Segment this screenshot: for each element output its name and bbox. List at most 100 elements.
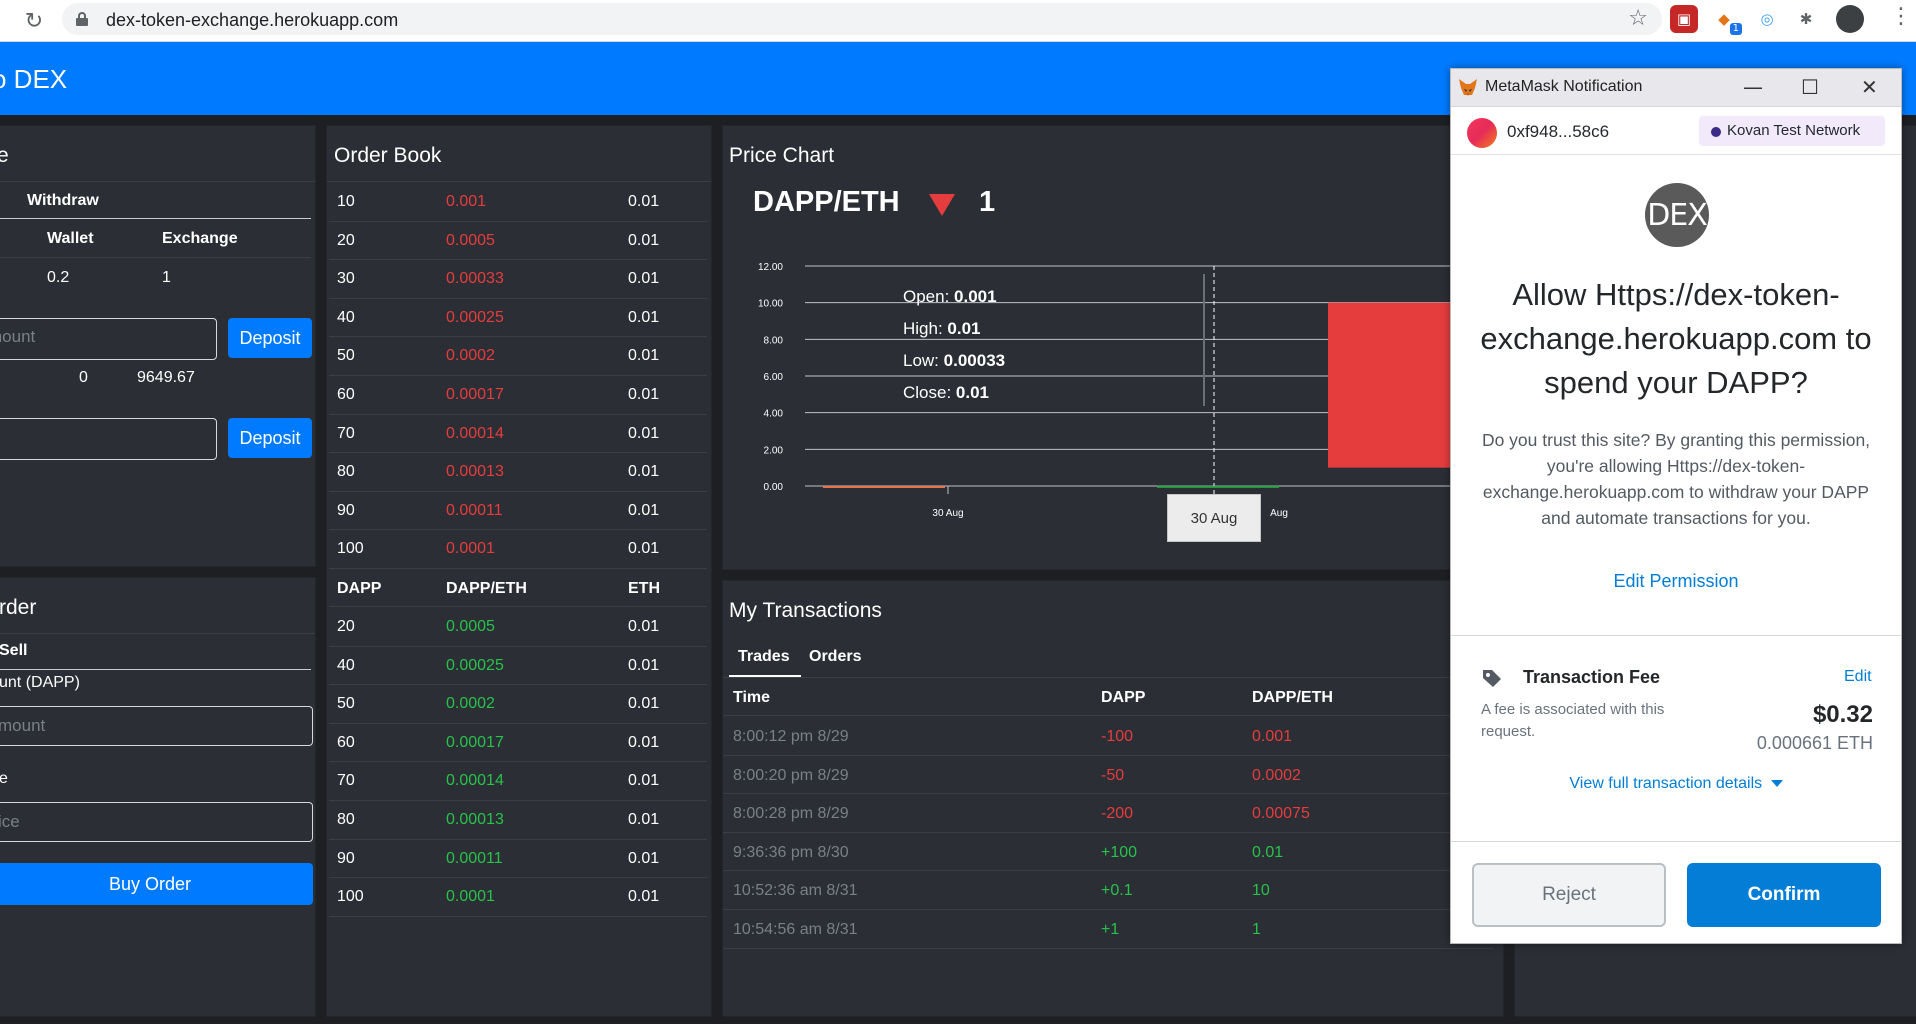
minimize-icon[interactable]: — <box>1743 75 1763 99</box>
token-exchange-balance: 9649.67 <box>137 369 195 386</box>
order-row[interactable]: 90 0.00011 0.01 <box>329 492 707 531</box>
order-eth: 0.01 <box>628 618 660 635</box>
table-row: 10:54:56 am 8/31 +1 1 <box>723 910 1493 949</box>
extension-icon[interactable]: ▣ <box>1670 5 1698 33</box>
token-amount-input[interactable] <box>0 418 217 460</box>
trade-time: 10:54:56 am 8/31 <box>733 921 858 938</box>
app-title[interactable]: o DEX <box>0 64 67 95</box>
order-row[interactable]: 50 0.0002 0.01 <box>329 337 707 376</box>
address-bar[interactable]: dex-token-exchange.herokuapp.com ☆ <box>62 3 1662 35</box>
order-price: 0.0002 <box>446 347 495 365</box>
order-row[interactable]: 20 0.0005 0.01 <box>329 608 707 647</box>
browser-menu-icon[interactable]: ⋮ <box>1890 4 1912 29</box>
header-price: DAPP/ETH <box>1252 689 1333 706</box>
order-row[interactable]: 50 0.0002 0.01 <box>329 685 707 724</box>
order-price-input[interactable]: ice <box>0 802 313 842</box>
candle-29-aug <box>823 485 945 488</box>
account-avatar <box>1467 118 1497 148</box>
candlestick-chart[interactable]: 0.00 2.00 4.00 6.00 8.00 10.00 12.00 30 Aug Aug <box>723 256 1503 536</box>
order-row[interactable]: 80 0.00013 0.01 <box>329 453 707 492</box>
order-row[interactable]: 70 0.00014 0.01 <box>329 415 707 454</box>
eth-amount-input[interactable]: mount <box>0 318 217 360</box>
metamask-fox-icon <box>1459 79 1477 96</box>
maximize-icon[interactable]: ☐ <box>1801 75 1819 99</box>
ohlc-close-value: 0.01 <box>955 383 990 402</box>
edit-fee-link[interactable]: Edit <box>1844 668 1872 686</box>
network-dot-icon <box>1711 127 1721 137</box>
order-price: 0.00017 <box>446 386 504 403</box>
extension-target-icon[interactable]: ◎ <box>1753 5 1781 33</box>
deposit-eth-button[interactable]: Deposit <box>228 318 312 358</box>
buy-order-button[interactable]: Buy Order <box>0 863 313 905</box>
lock-icon[interactable] <box>76 12 88 26</box>
deposit-token-button[interactable]: Deposit <box>228 418 312 458</box>
close-icon[interactable]: ✕ <box>1861 75 1878 99</box>
order-amount-input[interactable]: mount <box>0 706 313 746</box>
order-eth: 0.01 <box>628 540 660 558</box>
order-row[interactable]: 10 0.001 0.01 <box>329 183 707 222</box>
trade-time: 8:00:20 pm 8/29 <box>733 766 849 784</box>
order-row[interactable]: 80 0.00013 0.01 <box>329 801 707 840</box>
tab-orders[interactable]: Orders <box>809 648 861 666</box>
site-logo: DEX <box>1645 183 1709 247</box>
header-eth: ETH <box>628 580 660 597</box>
tab-sell[interactable]: Sell <box>0 642 27 660</box>
view-details-link[interactable]: View full transaction details <box>1451 775 1901 793</box>
x-tick-label: 30 Aug <box>932 508 963 519</box>
y-tick-label: 8.00 <box>764 335 784 346</box>
order-row[interactable]: 40 0.00025 0.01 <box>329 647 707 686</box>
price-label: e <box>0 770 8 787</box>
transactions-card: My Transactions Trades Orders Time DAPP … <box>722 580 1504 1017</box>
ohlc-low-value: 0.00033 <box>943 351 1006 370</box>
order-amount: 80 <box>337 811 355 828</box>
order-amount: 50 <box>337 695 355 713</box>
network-indicator: Kovan Test Network <box>1699 116 1885 146</box>
reject-button[interactable]: Reject <box>1472 863 1666 927</box>
profile-avatar[interactable] <box>1836 5 1864 33</box>
ohlc-open-label: Open: <box>903 287 950 306</box>
section-divider <box>1451 841 1901 842</box>
edit-permission-link[interactable]: Edit Permission <box>1451 571 1901 592</box>
extensions-puzzle-icon[interactable]: ✱ <box>1792 5 1820 33</box>
metamask-titlebar: MetaMask Notification — ☐ ✕ <box>1451 69 1901 107</box>
order-book-title: Order Book <box>327 126 711 182</box>
order-eth: 0.01 <box>628 772 660 790</box>
y-tick-label: 4.00 <box>764 409 784 420</box>
order-price: 0.00014 <box>446 772 504 790</box>
order-eth: 0.01 <box>628 308 660 326</box>
transactions-header: Time DAPP DAPP/ETH <box>723 678 1503 716</box>
order-amount: 70 <box>337 424 355 442</box>
trade-amount: +0.1 <box>1101 882 1133 900</box>
order-price: 0.00011 <box>446 501 503 519</box>
trade-price: 0.00075 <box>1252 805 1310 823</box>
order-row[interactable]: 60 0.00017 0.01 <box>329 376 707 415</box>
tab-divider <box>0 669 311 670</box>
order-row[interactable]: 100 0.0001 0.01 <box>329 530 707 569</box>
reload-icon[interactable]: ↻ <box>20 7 48 35</box>
fee-usd: $0.32 <box>1812 701 1873 728</box>
ohlc-close: Close: 0.01 <box>903 383 989 403</box>
header-pair: DAPP/ETH <box>446 580 527 597</box>
trade-price: 0.0002 <box>1252 766 1301 784</box>
bookmark-star-icon[interactable]: ☆ <box>1628 6 1648 31</box>
trade-time: 9:36:36 pm 8/30 <box>733 843 849 861</box>
confirm-button[interactable]: Confirm <box>1687 863 1881 927</box>
metamask-extension-icon[interactable]: ◆ 1 <box>1710 5 1742 35</box>
tab-trades[interactable]: Trades <box>738 648 790 666</box>
order-amount: 90 <box>337 501 355 519</box>
order-row[interactable]: 100 0.0001 0.01 <box>329 878 707 917</box>
order-eth: 0.01 <box>628 347 660 365</box>
order-row[interactable]: 60 0.00017 0.01 <box>329 724 707 763</box>
balance-card: e t Withdraw Wallet Exchange 0.2 1 mount… <box>0 125 316 567</box>
order-row[interactable]: 30 0.00033 0.01 <box>329 260 707 299</box>
ohlc-open-value: 0.001 <box>954 287 997 306</box>
order-row[interactable]: 40 0.00025 0.01 <box>329 299 707 338</box>
tab-withdraw[interactable]: Withdraw <box>27 192 99 210</box>
ohlc-low-label: Low: <box>903 351 939 370</box>
new-order-title: rder <box>0 578 315 634</box>
network-name: Kovan Test Network <box>1727 122 1861 139</box>
order-row[interactable]: 70 0.00014 0.01 <box>329 762 707 801</box>
order-row[interactable]: 90 0.00011 0.01 <box>329 840 707 879</box>
transactions-title: My Transactions <box>729 599 882 622</box>
order-row[interactable]: 20 0.0005 0.01 <box>329 222 707 261</box>
